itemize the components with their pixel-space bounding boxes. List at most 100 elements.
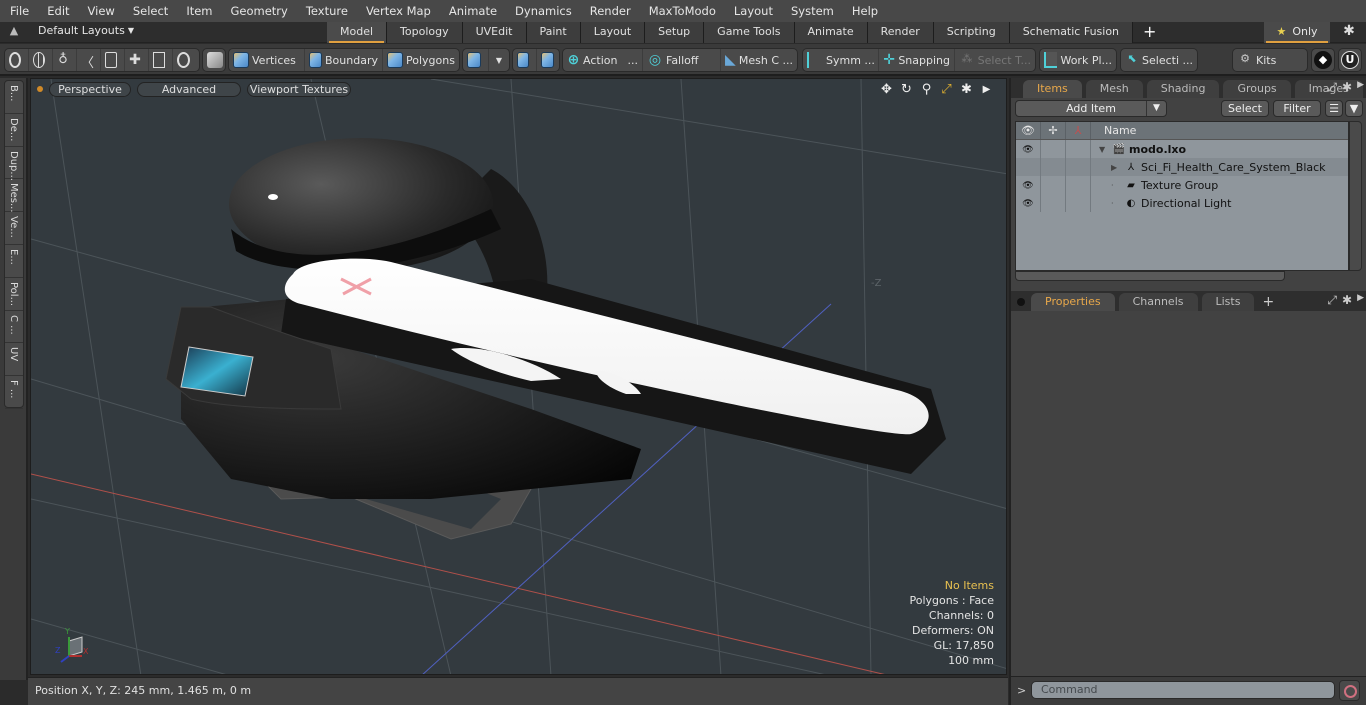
tab-lists[interactable]: Lists [1201,293,1255,311]
tab-properties[interactable]: Properties [1031,293,1115,311]
3d-viewport[interactable]: -Z Y X Z Perspective Advanced Viewport T… [30,78,1007,675]
tab-scripting[interactable]: Scripting [933,22,1010,43]
tree-row[interactable]: 👁 ▼ 🎬 modo.lxo [1016,140,1348,158]
boundary-button[interactable]: Boundary [305,49,383,71]
menu-help[interactable]: Help [842,4,886,18]
visibility-toggle[interactable]: 👁 [1016,194,1041,212]
menu-maxtomodo[interactable]: MaxToModo [639,4,724,18]
tab-game-tools[interactable]: Game Tools [704,22,795,43]
menu-select[interactable]: Select [123,4,176,18]
viewport-scene[interactable]: -Z Y X Z [31,79,1007,675]
tab-topology[interactable]: Topology [387,22,463,43]
rotate-icon[interactable]: ↻ [899,82,914,97]
menu-item[interactable]: Item [176,4,220,18]
vertical-tab[interactable]: E... [5,245,23,278]
name-column-header[interactable]: Name [1091,122,1136,139]
symmetry-button[interactable]: Symm ... [803,49,879,71]
unity-button[interactable]: ◆ [1311,48,1335,72]
zoom-magnifier-icon[interactable]: ⚲ [919,82,934,97]
panel-arrow-icon[interactable]: ▶ [1357,80,1364,95]
tab-groups[interactable]: Groups [1223,80,1291,98]
vertical-tab[interactable]: C ... [5,311,23,344]
menu-edit[interactable]: Edit [37,4,77,18]
add-layout-tab-button[interactable]: + [1133,22,1166,43]
tab-render[interactable]: Render [867,22,934,43]
vertices-button[interactable]: Vertices [229,49,305,71]
mode-dropdown[interactable]: ▼ [489,49,509,71]
tree-vertical-scrollbar[interactable] [1349,121,1362,271]
record-macro-button[interactable] [1339,680,1360,701]
select-button[interactable]: Select [1221,100,1269,117]
tab-uvedit[interactable]: UVEdit [462,22,527,43]
visibility-toggle[interactable]: 👁 [1016,140,1041,158]
selection-sets-button[interactable]: ⬉ Selecti ... [1121,49,1197,71]
add-item-button[interactable]: Add Item ▼ [1015,100,1167,117]
chevron-down-icon[interactable]: ▼ [1146,101,1166,116]
menu-file[interactable]: File [0,4,37,18]
expand-icon[interactable]: ⤢ [1327,80,1337,95]
tab-shading[interactable]: Shading [1146,80,1220,98]
view-mode-button[interactable]: Perspective [49,81,131,97]
vertical-tab[interactable]: F ... [5,376,23,409]
local-axis-button[interactable] [537,49,561,71]
add-tab-icon[interactable]: + [1262,294,1274,310]
lock-column-icon[interactable]: ✢ [1041,122,1066,139]
unreal-button[interactable]: U [1338,48,1362,72]
expand-arrow-icon[interactable]: ▶ [1111,163,1123,172]
maximize-icon[interactable]: ⤢ [939,82,954,97]
select-through-button[interactable]: ⁂ Select T... [955,49,1035,71]
lock-toggle[interactable] [1041,158,1066,176]
menu-geometry[interactable]: Geometry [221,4,296,18]
visibility-toggle[interactable]: 👁 [1016,176,1041,194]
tab-paint[interactable]: Paint [526,22,581,43]
material-mode-button[interactable] [463,49,489,71]
polygons-button[interactable]: Polygons [383,49,459,71]
circle-tool-button[interactable] [5,49,29,71]
tab-mesh[interactable]: Mesh ... [1085,80,1143,112]
tree-row[interactable]: ▶ ⅄ Sci_Fi_Health_Care_System_Black [1016,158,1348,176]
vertical-tab[interactable]: Mes... [5,179,23,213]
menu-texture[interactable]: Texture [296,4,356,18]
tab-animate[interactable]: Animate [794,22,868,43]
vertical-tab[interactable]: B... [5,81,23,114]
only-toggle[interactable]: ★ Only [1264,22,1330,43]
viewport-menu-arrow-icon[interactable]: ▶ [979,82,994,97]
uv-cross-button[interactable]: ✚ [125,49,149,71]
tree-row[interactable]: 👁 · ◐ Directional Light [1016,194,1348,212]
menu-system[interactable]: System [781,4,842,18]
tab-channels[interactable]: Channels [1118,293,1198,311]
axis-toggle[interactable] [1066,176,1091,194]
panel-options-dot[interactable] [1017,298,1025,306]
tab-items[interactable]: Items [1023,80,1082,98]
vertical-tab[interactable]: UV [5,343,23,377]
filter-button[interactable]: Filter [1273,100,1321,117]
menu-view[interactable]: View [78,4,123,18]
menu-dynamics[interactable]: Dynamics [505,4,580,18]
mesh-constraint-button[interactable]: ◣ Mesh C ... [721,49,797,71]
axis-toggle[interactable] [1066,140,1091,158]
viewport-textures-button[interactable]: Viewport Textures [247,81,351,97]
panel-gear-icon[interactable]: ✱ [1342,293,1352,308]
axis-column-icon[interactable]: ⅄ [1066,122,1091,139]
stack-tool-button[interactable] [101,49,125,71]
lock-toggle[interactable] [1041,140,1066,158]
collapse-arrow-icon[interactable]: ▲ [8,24,20,37]
work-plane-button[interactable]: Work Pl... [1040,49,1116,71]
layout-selector[interactable]: ▲ Default Layouts ▼ [8,24,134,37]
vertical-tab[interactable]: Pol... [5,278,23,311]
kits-button[interactable]: ⚙ Kits [1233,49,1307,71]
tab-setup[interactable]: Setup [645,22,705,43]
action-center-button[interactable]: ⊕ Action... [563,49,643,71]
snapping-button[interactable]: ✛ Snapping [879,49,955,71]
list-options-button[interactable]: ☰ [1325,100,1343,117]
pen-tool-button[interactable]: ♁ [53,49,77,71]
shading-mode-button[interactable]: Advanced [137,81,241,97]
tab-model[interactable]: Model [327,22,388,43]
visibility-column-icon[interactable]: 👁 [1016,122,1041,139]
menu-render[interactable]: Render [580,4,639,18]
axis-toggle[interactable] [1066,194,1091,212]
falloff-button[interactable]: ◎ Falloff [643,49,721,71]
tab-schematic-fusion[interactable]: Schematic Fusion [1009,22,1134,43]
lock-toggle[interactable] [1041,194,1066,212]
expand-icon[interactable]: ⤢ [1327,293,1337,308]
